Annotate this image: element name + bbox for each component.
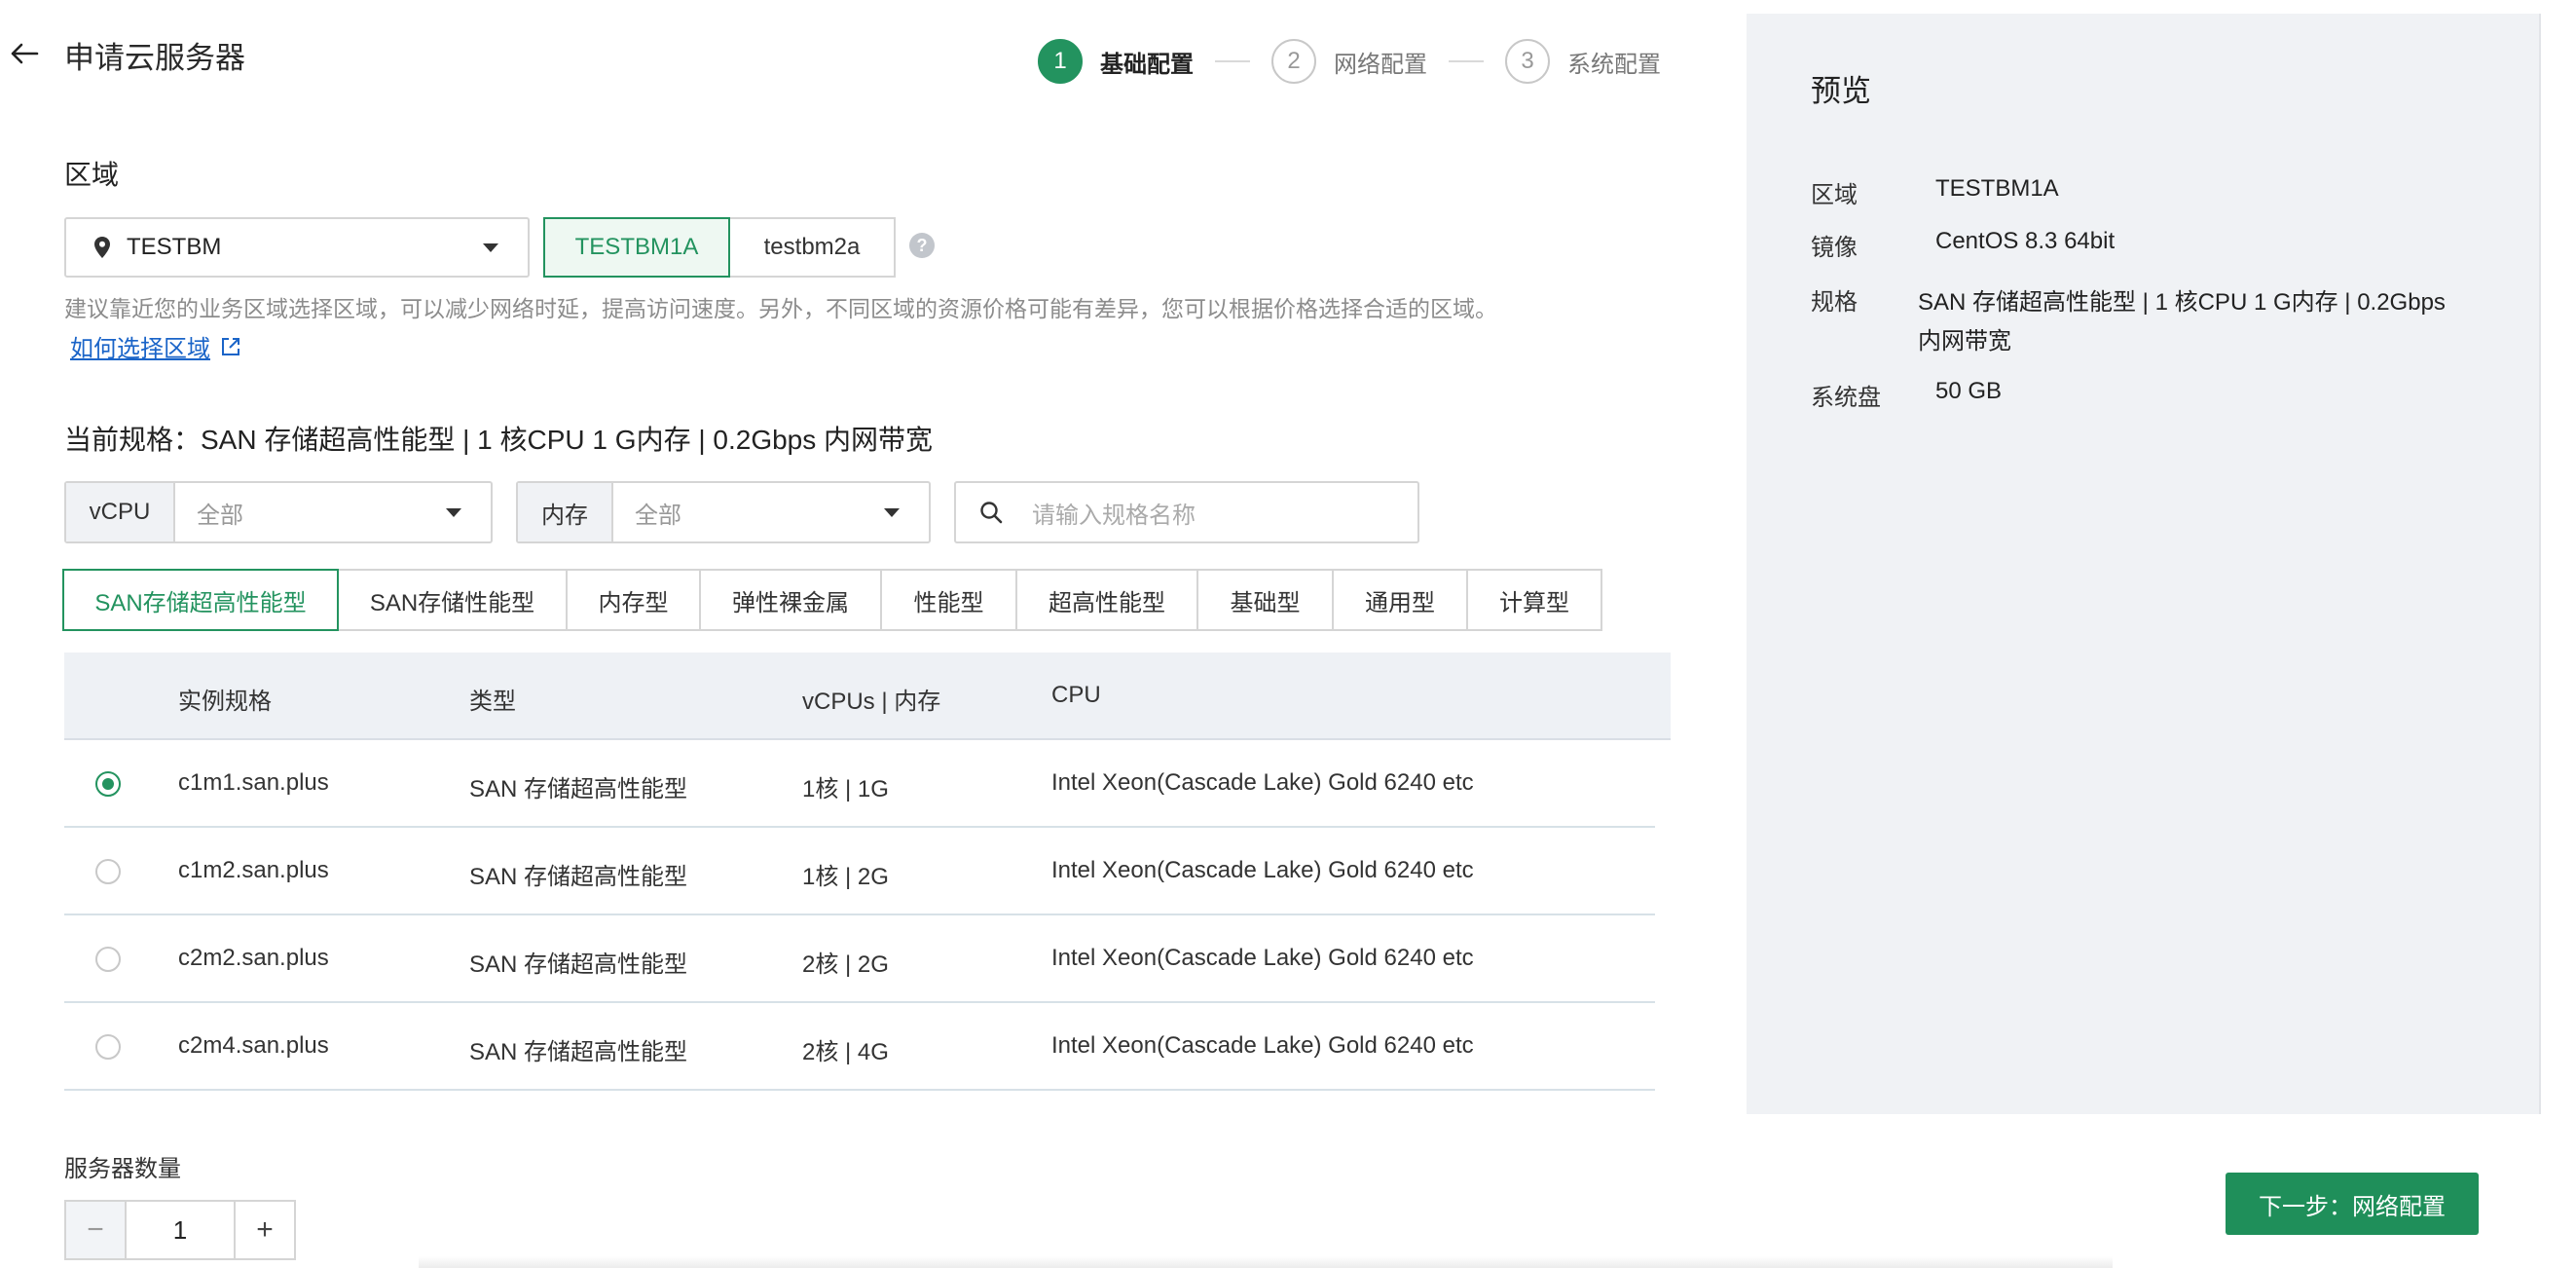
column-header-spec: 实例规格 [178,689,272,715]
row-radio[interactable] [95,947,121,972]
vcpu-filter-label: vCPU [66,483,175,541]
row-radio[interactable] [95,859,121,884]
location-pin-icon [93,236,111,259]
cell-type: SAN 存储超高性能型 [469,951,688,978]
tab-compute[interactable]: 计算型 [1466,569,1602,631]
table-row[interactable]: c2m4.san.plus SAN 存储超高性能型 2核 | 4G Intel … [64,1003,1655,1091]
page-title: 申请云服务器 [64,41,245,75]
tab-san-performance[interactable]: SAN存储性能型 [337,569,568,631]
tab-basic[interactable]: 基础型 [1196,569,1334,631]
preview-label-spec: 规格 [1811,289,1858,316]
preview-title: 预览 [1811,74,1871,108]
column-header-type: 类型 [469,689,516,715]
region-hint: 建议靠近您的业务区域选择区域，可以减少网络时延，提高访问速度。另外，不同区域的资… [64,296,1497,321]
cell-vcpu-memory: 1核 | 1G [802,776,889,802]
spec-category-tabs: SAN存储超高性能型 SAN存储性能型 内存型 弹性裸金属 性能型 超高性能型 … [62,569,1602,631]
cell-spec: c2m4.san.plus [178,1032,329,1059]
step-divider [1215,60,1250,62]
step-system-config: 3 系统配置 [1505,39,1661,84]
cell-cpu: Intel Xeon(Cascade Lake) Gold 6240 etc [1051,1032,1474,1059]
quantity-input[interactable]: 1 [127,1200,234,1260]
table-row[interactable]: c1m2.san.plus SAN 存储超高性能型 1核 | 2G Intel … [64,828,1655,915]
step-basic-config: 1 基础配置 [1038,39,1194,84]
search-placeholder: 请输入规格名称 [1032,502,1196,529]
step-network-config: 2 网络配置 [1271,39,1427,84]
row-radio[interactable] [95,1034,121,1060]
caret-down-icon [884,507,900,517]
step-label: 基础配置 [1100,51,1194,78]
table-row[interactable]: c2m2.san.plus SAN 存储超高性能型 2核 | 2G Intel … [64,915,1655,1003]
step-number: 2 [1271,39,1316,84]
step-label: 网络配置 [1334,51,1427,78]
region-section-title: 区域 [64,160,120,190]
tab-general[interactable]: 通用型 [1332,569,1468,631]
region-help-link-label: 如何选择区域 [70,336,210,362]
preview-label-image: 镜像 [1811,235,1858,261]
vcpu-filter-value: 全部 [197,502,243,529]
decrement-button[interactable]: − [64,1200,127,1260]
server-count-label: 服务器数量 [64,1156,181,1182]
cell-vcpu-memory: 2核 | 2G [802,951,889,978]
cell-spec: c2m2.san.plus [178,945,329,971]
table-row[interactable]: c1m1.san.plus SAN 存储超高性能型 1核 | 1G Intel … [64,740,1655,828]
increment-button[interactable]: + [234,1200,296,1260]
preview-value-spec-cont: 内网带宽 [1918,328,2011,354]
zone-option-testbm2a[interactable]: testbm2a [728,217,896,278]
cell-spec: c1m2.san.plus [178,857,329,883]
memory-filter-value: 全部 [635,502,681,529]
cell-spec: c1m1.san.plus [178,769,329,796]
memory-filter[interactable]: 内存 全部 [516,481,931,543]
back-arrow-icon[interactable] [8,37,41,70]
column-header-vcpu-memory: vCPUs | 内存 [802,689,941,715]
search-icon [980,502,1003,524]
preview-value-image: CentOS 8.3 64bit [1935,228,2116,254]
step-number: 3 [1505,39,1550,84]
next-step-button[interactable]: 下一步：网络配置 [2226,1173,2479,1235]
bottom-shadow [419,1256,2113,1268]
row-radio[interactable] [95,771,121,797]
region-select[interactable]: TESTBM [64,217,530,278]
zone-option-testbm1a[interactable]: TESTBM1A [543,217,730,278]
preview-panel: 预览 区域 TESTBM1A 镜像 CentOS 8.3 64bit 规格 SA… [1747,14,2541,1114]
stepper-progress: 1 基础配置 2 网络配置 3 系统配置 [1038,39,1661,84]
help-icon[interactable]: ? [909,233,935,258]
column-header-cpu: CPU [1051,682,1101,708]
tab-ultra-performance[interactable]: 超高性能型 [1015,569,1198,631]
table-header: 实例规格 类型 vCPUs | 内存 CPU [64,653,1671,740]
preview-value-disk: 50 GB [1935,378,2003,404]
external-link-icon [222,337,239,355]
spec-search-input[interactable]: 请输入规格名称 [954,481,1419,543]
preview-label-region: 区域 [1811,182,1858,208]
cell-type: SAN 存储超高性能型 [469,864,688,890]
region-help-link[interactable]: 如何选择区域 [70,329,241,363]
preview-label-disk: 系统盘 [1811,385,1881,411]
cell-type: SAN 存储超高性能型 [469,1039,688,1065]
tab-bare-metal[interactable]: 弹性裸金属 [699,569,882,631]
footer-bar [0,1114,2576,1268]
region-select-value: TESTBM [127,234,222,260]
caret-down-icon [483,242,498,252]
step-number: 1 [1038,39,1083,84]
tab-memory[interactable]: 内存型 [566,569,701,631]
caret-down-icon [446,507,461,517]
cell-cpu: Intel Xeon(Cascade Lake) Gold 6240 etc [1051,857,1474,883]
cell-vcpu-memory: 1核 | 2G [802,864,889,890]
cell-cpu: Intel Xeon(Cascade Lake) Gold 6240 etc [1051,945,1474,971]
step-divider [1449,60,1484,62]
cell-vcpu-memory: 2核 | 4G [802,1039,889,1065]
step-label: 系统配置 [1567,51,1661,78]
cell-cpu: Intel Xeon(Cascade Lake) Gold 6240 etc [1051,769,1474,796]
memory-filter-label: 内存 [518,483,613,541]
tab-san-ultra[interactable]: SAN存储超高性能型 [62,569,339,631]
quantity-stepper: − 1 + [64,1200,296,1260]
tab-performance[interactable]: 性能型 [880,569,1017,631]
vcpu-filter[interactable]: vCPU 全部 [64,481,493,543]
preview-value-spec: SAN 存储超高性能型 | 1 核CPU 1 G内存 | 0.2Gbps [1918,289,2446,316]
cell-type: SAN 存储超高性能型 [469,776,688,802]
preview-value-region: TESTBM1A [1935,175,2059,202]
current-spec-title: 当前规格：SAN 存储超高性能型 | 1 核CPU 1 G内存 | 0.2Gbp… [64,425,934,455]
vertical-scrollbar[interactable] [2539,14,2541,1114]
